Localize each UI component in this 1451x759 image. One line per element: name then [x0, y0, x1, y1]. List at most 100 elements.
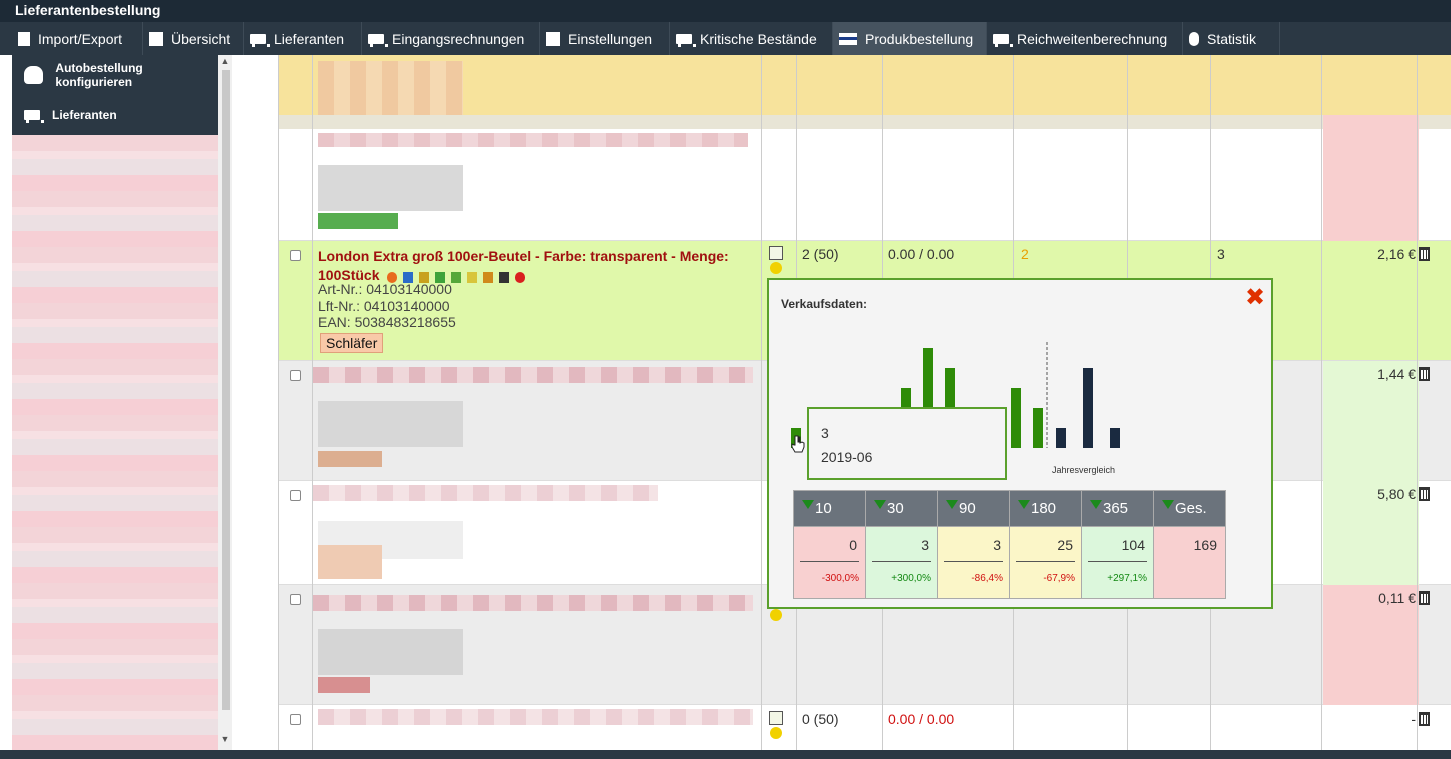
- calculator-icon[interactable]: [1419, 712, 1430, 726]
- stats-cell: 3 +300,0%: [865, 526, 938, 599]
- row-checkbox[interactable]: [290, 490, 301, 501]
- tooltip-value: 3: [821, 425, 829, 441]
- pixelated-text: [318, 709, 753, 725]
- sidebar-menu: Autobestellung konfigurieren Lieferanten: [12, 55, 218, 135]
- chart-bar-monthly[interactable]: [1033, 408, 1043, 448]
- pixelated-price-cell: [1323, 115, 1419, 241]
- chart-bar-yearly[interactable]: [1110, 428, 1120, 448]
- chart-bar-yearly[interactable]: [1083, 368, 1093, 448]
- stats-cell: 0 -300,0%: [793, 526, 866, 599]
- stat-percent: +300,0%: [891, 573, 931, 584]
- lightbulb-icon[interactable]: [770, 262, 782, 274]
- price-value: -: [1411, 711, 1416, 727]
- header-label: Ges.: [1175, 500, 1207, 517]
- sidebar-item-label: Autobestellung konfigurieren: [55, 61, 143, 89]
- column-value: 3: [1217, 246, 1225, 262]
- chart-bar-yearly[interactable]: [1056, 428, 1066, 448]
- triangle-down-icon: [1018, 500, 1030, 509]
- scroll-down-icon[interactable]: ▼: [218, 734, 232, 748]
- header-label: 365: [1103, 500, 1129, 517]
- main-navbar: Import/Export Übersicht Lieferanten Eing…: [0, 22, 1451, 55]
- table-row: 0 (50) 0.00 / 0.00 -: [279, 705, 1451, 755]
- edit-icon[interactable]: [769, 246, 783, 260]
- scrollbar-thumb[interactable]: [222, 70, 230, 710]
- triangle-down-icon: [1090, 500, 1102, 509]
- triangle-down-icon: [946, 500, 958, 509]
- tab-kritische-bestaende[interactable]: Kritische Bestände: [670, 22, 833, 55]
- pixelated-badge: [318, 213, 398, 229]
- tooltip-date: 2019-06: [821, 449, 873, 465]
- chart-tooltip: 3 2019-06: [807, 407, 1007, 480]
- box-icon: [546, 31, 560, 46]
- pixelated-badge: [318, 451, 382, 467]
- row-checkbox[interactable]: [290, 370, 301, 381]
- product-title[interactable]: London Extra groß 100er-Beutel - Farbe: …: [318, 247, 758, 286]
- column-divider: [312, 55, 313, 755]
- column-divider: [1417, 55, 1418, 755]
- tab-label: Kritische Bestände: [700, 30, 817, 47]
- stat-value: 0: [849, 537, 857, 553]
- stat-value: 3: [921, 537, 929, 553]
- pixelated-badge: [318, 677, 370, 693]
- close-icon[interactable]: ✖: [1245, 286, 1265, 310]
- stats-header: 365: [1081, 490, 1154, 527]
- tab-import-export[interactable]: Import/Export: [12, 22, 143, 55]
- price-value: 5,80 €: [1377, 486, 1416, 502]
- pixelated-text: [313, 367, 753, 383]
- tab-label: Statistik: [1207, 30, 1257, 47]
- tab-label: Lieferanten: [274, 30, 345, 47]
- calendar-icon: [482, 271, 493, 283]
- stat-percent: -67,9%: [1043, 573, 1075, 584]
- row-checkbox[interactable]: [290, 250, 301, 261]
- pen-icon: [450, 271, 461, 283]
- stat-percent: -300,0%: [821, 573, 859, 584]
- ean-number: EAN: 5038483218655: [318, 314, 456, 330]
- bottom-bar: [0, 750, 1451, 759]
- row-checkbox[interactable]: [290, 594, 301, 605]
- pixelated-text: [313, 485, 658, 501]
- row-checkbox[interactable]: [290, 714, 301, 725]
- table-row: [279, 55, 1451, 241]
- calculator-icon[interactable]: [1419, 487, 1430, 501]
- tab-einstellungen[interactable]: Einstellungen: [540, 22, 670, 55]
- tab-eingangsrechnungen[interactable]: Eingangsrechnungen: [362, 22, 540, 55]
- stat-value: 3: [993, 537, 1001, 553]
- status-badge: Schläfer: [320, 333, 384, 353]
- amounts-value: 0.00 / 0.00: [888, 246, 955, 262]
- tab-uebersicht[interactable]: Übersicht: [143, 22, 244, 55]
- truck-icon: [24, 110, 44, 123]
- stats-header: Ges.: [1153, 490, 1226, 527]
- pixelated-text: [318, 401, 463, 447]
- tab-label: Import/Export: [38, 30, 123, 47]
- tab-reichweitenberechnung[interactable]: Reichweitenberechnung: [987, 22, 1183, 55]
- pixelated-text: [318, 133, 748, 147]
- lightbulb-icon[interactable]: [770, 609, 782, 621]
- pixelated-list: [12, 135, 224, 755]
- tab-produkbestellung[interactable]: Produkbestellung: [833, 22, 987, 55]
- box-icon: [149, 31, 163, 46]
- triangle-down-icon: [802, 500, 814, 509]
- sidebar-item-autobestellung[interactable]: Autobestellung konfigurieren: [12, 55, 218, 95]
- tab-label: Eingangsrechnungen: [392, 30, 525, 47]
- calculator-icon[interactable]: [1419, 247, 1430, 261]
- tab-label: Produkbestellung: [865, 30, 974, 47]
- sidebar-item-lieferanten[interactable]: Lieferanten: [12, 95, 218, 135]
- edit-icon[interactable]: [769, 711, 783, 725]
- tab-label: Übersicht: [171, 30, 231, 47]
- calculator-icon[interactable]: [1419, 591, 1430, 605]
- scroll-up-icon[interactable]: ▲: [218, 56, 232, 70]
- header-label: 10: [815, 500, 832, 517]
- stat-value: 169: [1193, 537, 1217, 553]
- column-divider: [761, 55, 762, 755]
- stats-cell: 25 -67,9%: [1009, 526, 1082, 599]
- chart-bar-monthly[interactable]: [1011, 388, 1021, 448]
- lightbulb-icon[interactable]: [770, 727, 782, 739]
- tag-icon: [466, 271, 477, 283]
- triangle-down-icon: [1162, 500, 1174, 509]
- calculator-icon[interactable]: [1419, 367, 1430, 381]
- tab-lieferanten[interactable]: Lieferanten: [244, 22, 362, 55]
- real-logo-icon: [514, 271, 525, 283]
- tab-statistik[interactable]: Statistik: [1183, 22, 1280, 55]
- stats-header: 30: [865, 490, 938, 527]
- popup-title: Verkaufsdaten:: [781, 297, 868, 311]
